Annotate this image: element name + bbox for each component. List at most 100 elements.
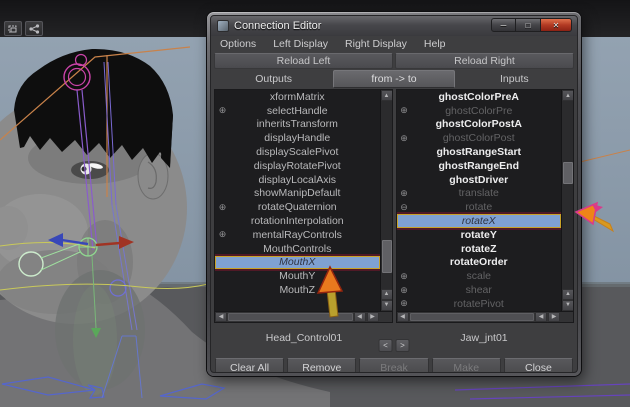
attr-item-rotateY[interactable]: rotateY (397, 228, 562, 242)
attr-item-ghostColorPost[interactable]: ⊕ ghostColorPost (397, 131, 562, 145)
attr-label: selectHandle (266, 104, 328, 117)
expand-plus-icon[interactable]: ⊕ (216, 228, 229, 242)
menu-options[interactable]: Options (220, 38, 256, 50)
scroll-thumb[interactable] (228, 312, 353, 321)
attr-item-rotateOrder[interactable]: rotateOrder (397, 256, 562, 270)
expand-plus-icon[interactable]: ⊕ (216, 104, 229, 118)
outputs-vertical-scrollbar[interactable]: ▲ ▲ ▼ (379, 90, 392, 311)
attr-item-displayRotatePivot[interactable]: displayRotatePivot (215, 159, 380, 173)
attr-item-inheritsTransform[interactable]: inheritsTransform (215, 118, 380, 132)
attr-item-ghostDriver[interactable]: ghostDriver (397, 173, 562, 187)
reload-left-button[interactable]: Reload Left (214, 53, 393, 69)
close-icon[interactable]: ✕ (541, 18, 572, 32)
attr-item-MouthZ[interactable]: MouthZ (215, 283, 380, 297)
menu-right-display[interactable]: Right Display (345, 38, 407, 50)
expand-plus-icon[interactable]: ⊕ (398, 131, 411, 145)
tab-inputs[interactable]: Inputs (455, 71, 574, 87)
expand-spacer (216, 118, 229, 132)
maximize-button[interactable]: □ (516, 18, 541, 32)
remove-button[interactable]: Remove (287, 357, 357, 372)
scroll-down-icon[interactable]: ▼ (380, 299, 392, 311)
attr-label: displayRotatePivot (253, 159, 341, 172)
attr-item-rotatePivot[interactable]: ⊕ rotatePivot (397, 297, 562, 311)
expand-plus-icon[interactable]: ⊕ (216, 200, 229, 214)
attr-item-MouthControls[interactable]: MouthControls (215, 242, 380, 256)
expand-spacer (398, 159, 411, 173)
inputs-horizontal-scrollbar[interactable]: ◀ ◀ ▶ (396, 310, 573, 322)
attr-label: inheritsTransform (256, 118, 338, 131)
reload-right-button[interactable]: Reload Right (395, 53, 574, 69)
attr-item-rotateX[interactable]: rotateX (396, 214, 561, 229)
expand-plus-icon[interactable]: ⊕ (398, 187, 411, 201)
attr-item-MouthX[interactable]: MouthX (215, 255, 380, 270)
scroll-up-icon[interactable]: ▲ (562, 288, 573, 300)
attr-item-ghostRangeEnd[interactable]: ghostRangeEnd (397, 159, 562, 173)
attr-label: xformMatrix (269, 90, 325, 103)
attr-label: rotateQuaternion (257, 201, 337, 214)
scroll-left-icon[interactable]: ◀ (535, 311, 547, 322)
scroll-left-icon[interactable]: ◀ (353, 311, 366, 322)
expand-plus-icon[interactable]: ⊕ (398, 269, 411, 283)
expand-plus-icon[interactable]: ⊕ (398, 297, 411, 311)
attr-item-ghostRangeStart[interactable]: ghostRangeStart (397, 145, 562, 159)
expand-spacer (399, 215, 412, 229)
window-title: Connection Editor (234, 20, 322, 32)
menu-help[interactable]: Help (424, 38, 446, 50)
scroll-up-icon[interactable]: ▲ (380, 288, 392, 300)
attr-item-rotate[interactable]: ⊖ rotate (397, 200, 562, 214)
attr-label: MouthX (279, 256, 316, 269)
outputs-horizontal-scrollbar[interactable]: ◀ ◀ ▶ (215, 310, 392, 322)
attr-item-ghostColorPostA[interactable]: ghostColorPostA (397, 118, 562, 132)
attr-item-displayScalePivot[interactable]: displayScalePivot (215, 145, 380, 159)
attr-label: ghostColorPostA (435, 118, 522, 131)
menu-bar: Options Left Display Right Display Help (211, 36, 577, 52)
attr-label: translate (458, 187, 499, 200)
attr-item-rotationInterpolation[interactable]: rotationInterpolation (215, 214, 380, 228)
attr-item-showManipDefault[interactable]: showManipDefault (215, 187, 380, 201)
inputs-list: ghostColorPreA ⊕ ghostColorPre ghostColorPo… (395, 89, 574, 323)
attr-item-MouthY[interactable]: MouthY (215, 269, 380, 283)
attr-item-selectHandle[interactable]: ⊕ selectHandle (215, 104, 380, 118)
scroll-thumb[interactable] (563, 162, 573, 184)
attr-label: ghostRangeStart (436, 146, 522, 159)
collapse-minus-icon[interactable]: ⊖ (398, 200, 411, 214)
scroll-thumb[interactable] (409, 312, 534, 321)
scroll-up-icon[interactable]: ▲ (562, 90, 573, 101)
close-button[interactable]: Close (503, 357, 574, 372)
menu-left-display[interactable]: Left Display (273, 38, 328, 50)
attr-item-shear[interactable]: ⊕ shear (397, 283, 562, 297)
expand-spacer (398, 256, 411, 270)
attr-item-mentalRayControls[interactable]: ⊕ mentalRayControls (215, 228, 380, 242)
attr-label: ghostDriver (449, 173, 509, 186)
expand-plus-icon[interactable]: ⊕ (398, 283, 411, 297)
break-button[interactable]: Break (359, 357, 429, 372)
attr-item-ghostColorPre[interactable]: ⊕ ghostColorPre (397, 104, 562, 118)
app-icon (217, 20, 229, 32)
inputs-vertical-scrollbar[interactable]: ▲ ▲ ▼ (561, 90, 573, 311)
share-icon[interactable] (25, 21, 43, 36)
frame-icon[interactable] (4, 21, 22, 36)
minimize-button[interactable]: ─ (491, 18, 516, 32)
expand-plus-icon[interactable]: ⊕ (398, 104, 411, 118)
title-bar[interactable]: Connection Editor ─ □ ✕ (211, 16, 577, 36)
attr-item-rotateQuaternion[interactable]: ⊕ rotateQuaternion (215, 200, 380, 214)
scroll-thumb[interactable] (381, 240, 392, 273)
attr-item-xformMatrix[interactable]: xformMatrix (215, 90, 380, 104)
scroll-right-icon[interactable]: ▶ (548, 311, 560, 322)
clear-all-button[interactable]: Clear All (215, 357, 285, 372)
scroll-down-icon[interactable]: ▼ (562, 299, 573, 311)
scroll-left-icon[interactable]: ◀ (396, 311, 409, 322)
tab-from-to[interactable]: from -> to (333, 69, 455, 88)
scroll-left-icon[interactable]: ◀ (215, 311, 227, 322)
scroll-up-icon[interactable]: ▲ (380, 90, 392, 101)
bottom-button-row: Clear All Remove Break Make Close (211, 357, 577, 372)
attr-item-rotateZ[interactable]: rotateZ (397, 242, 562, 256)
attr-item-scale[interactable]: ⊕ scale (397, 269, 562, 283)
attr-item-translate[interactable]: ⊕ translate (397, 187, 562, 201)
attr-item-displayHandle[interactable]: displayHandle (215, 131, 380, 145)
tab-outputs[interactable]: Outputs (214, 71, 333, 87)
attr-item-ghostColorPreA[interactable]: ghostColorPreA (397, 90, 562, 104)
scroll-right-icon[interactable]: ▶ (366, 311, 379, 322)
attr-item-displayLocalAxis[interactable]: displayLocalAxis (215, 173, 380, 187)
make-button[interactable]: Make (431, 357, 501, 372)
